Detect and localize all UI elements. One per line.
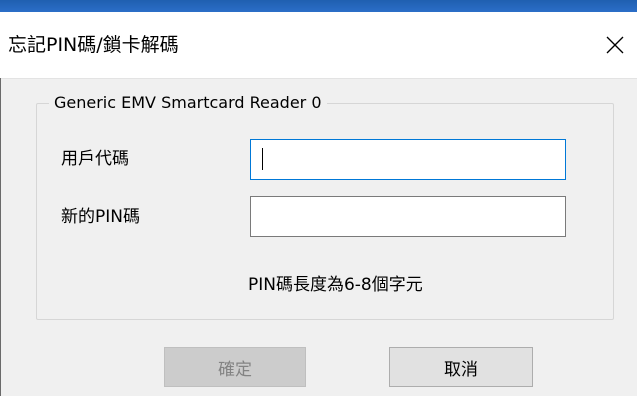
window-left-border xyxy=(0,78,1,396)
ok-button[interactable]: 確定 xyxy=(164,347,306,387)
dialog-window: 忘記PIN碼/鎖卡解碼 Generic EMV Smartcard Reader… xyxy=(0,0,637,396)
pin-length-hint: PIN碼長度為6-8個字元 xyxy=(248,275,423,295)
close-button[interactable] xyxy=(593,12,637,78)
title-bar[interactable]: 忘記PIN碼/鎖卡解碼 xyxy=(0,12,637,79)
window-top-accent xyxy=(0,0,637,12)
window-title: 忘記PIN碼/鎖卡解碼 xyxy=(8,34,179,56)
new-pin-input[interactable] xyxy=(250,196,566,237)
close-icon xyxy=(606,36,624,54)
user-code-input[interactable] xyxy=(250,139,566,180)
text-caret xyxy=(262,148,263,170)
cancel-button[interactable]: 取消 xyxy=(389,347,533,387)
user-code-label: 用戶代碼 xyxy=(61,149,129,169)
new-pin-label: 新的PIN碼 xyxy=(61,207,140,227)
reader-group-legend: Generic EMV Smartcard Reader 0 xyxy=(49,92,327,114)
